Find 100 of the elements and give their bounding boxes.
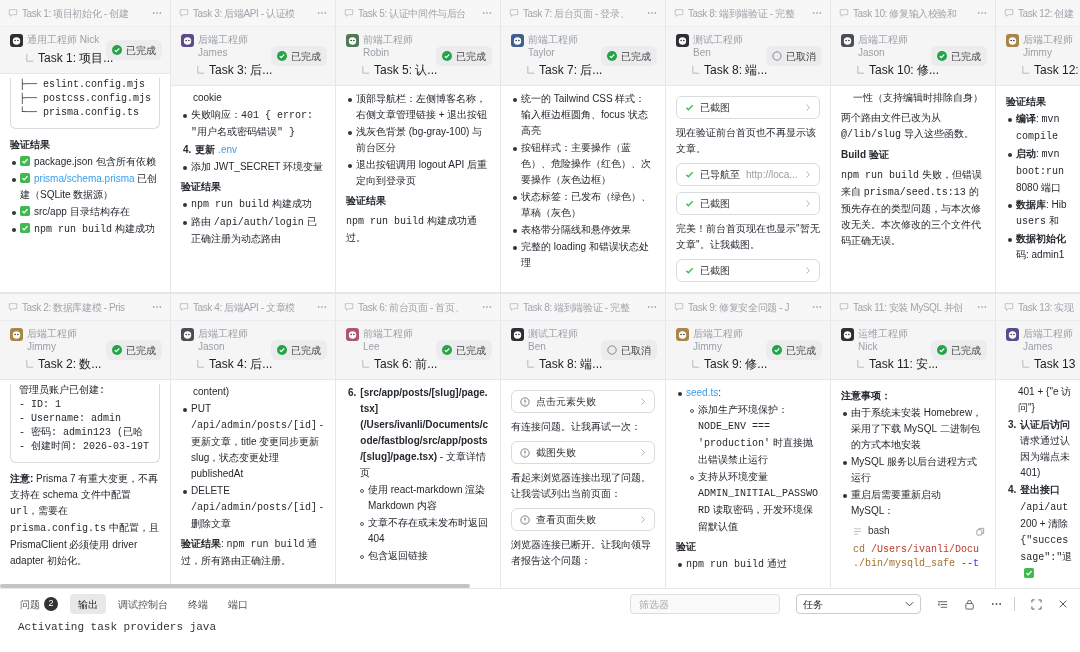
paragraph: npm run build 失败，但错误来自 prisma/seed.ts:13 的预先存在的类型问题，与本次修改无关。本次修改的三个文件代码正确无误。: [841, 168, 983, 248]
agent-name: 测试工程师 Ben: [528, 327, 579, 353]
list-item-text: 状态标签：已发布（绿色）、草稿（灰色）: [521, 190, 652, 220]
subtask-title: Task 3: 后...: [209, 62, 273, 79]
panel-tab[interactable]: 问题 2: [12, 594, 66, 614]
agent-name: 前端工程师 Taylor: [528, 33, 579, 59]
chat-icon: [1004, 302, 1014, 312]
agent-name: 后端工程师 Jimmy: [27, 327, 78, 353]
status-badge: 已完成: [106, 340, 162, 360]
connector-icon: [527, 65, 535, 75]
list-item-text: 数据库: Hib users 和: [1016, 198, 1068, 229]
status-badge: 已完成: [601, 46, 657, 66]
bullet-icon: [1008, 204, 1012, 208]
status-badge: 已完成: [271, 46, 327, 66]
subtask-title: Task 2: 数...: [38, 356, 102, 373]
tool-call-button[interactable]: 已截图: [676, 96, 820, 119]
close-icon[interactable]: [1058, 599, 1068, 609]
connector-icon: [692, 65, 700, 75]
paragraph: 有连接问题。让我再试一次：: [511, 420, 642, 434]
status-badge: 已完成: [766, 340, 822, 360]
section-heading: Build 验证: [841, 148, 890, 162]
bullet-icon: [348, 164, 352, 168]
check-circle-icon: [442, 345, 452, 355]
bullet-icon: [12, 161, 16, 165]
section-heading: 注意事项：: [841, 389, 892, 403]
list-item-text: content): [192, 385, 231, 399]
bullet-icon: [348, 131, 352, 135]
list-item-text: [src/app/posts/[slug]/page.tsx](/Users/ivanli/Documents/code/fastblog/src/app/posts/[slug]/page.tsx) - 文章详情页: [360, 386, 490, 480]
connector-icon: [857, 65, 865, 75]
code-line: ./bin/mysqld_safe --t: [853, 557, 981, 571]
tool-call-button[interactable]: 已截图: [676, 192, 820, 215]
bullet-icon: [513, 229, 517, 233]
list-number: 3.: [1008, 418, 1017, 432]
connector-icon: [527, 359, 535, 369]
channel-dropdown[interactable]: 任务: [796, 594, 921, 614]
card-title: Task 10: 修复输入校验和: [853, 6, 957, 21]
paragraph: 两个路由文件已改为从 @/lib/slug 导入这些函数。: [841, 111, 975, 142]
bullet-icon: [1008, 238, 1012, 242]
bullet-icon: [678, 392, 682, 396]
list-item-text: 401 + {"e 访问"}: [1017, 385, 1073, 415]
chat-icon: [179, 8, 189, 18]
connector-icon: [692, 359, 700, 369]
chat-icon: [674, 302, 684, 312]
bullet-icon: [1008, 153, 1012, 157]
tool-call-button[interactable]: 截图失败: [511, 441, 655, 464]
connector-icon: [362, 359, 370, 369]
agent-name: 后端工程师 Jimmy: [693, 327, 744, 353]
copy-icon[interactable]: [976, 526, 985, 536]
scrollbar[interactable]: [0, 584, 470, 588]
tool-call-button[interactable]: 已截图: [676, 259, 820, 282]
lock-icon[interactable]: [964, 598, 975, 610]
panel-tab[interactable]: 端口: [220, 594, 256, 614]
panel-tab[interactable]: 输出: [70, 594, 106, 614]
list-item-text: 按钮样式：主要操作（蓝色）、危险操作（红色）、次要操作（灰色边框）: [521, 141, 652, 187]
card-title: Task 2: 数据库建模 - Pris: [22, 300, 125, 315]
status-badge: 已完成: [106, 40, 162, 60]
list-item-text: npm run build 构建成功: [20, 221, 155, 238]
bullet-icon: [12, 228, 16, 232]
list-item-text: seed.ts:: [686, 386, 722, 400]
connector-icon: [1022, 359, 1030, 369]
tool-call-button[interactable]: 查看页面失败: [511, 508, 655, 531]
more-icon[interactable]: [991, 602, 1002, 606]
list-item-text: 完整的 loading 和错误状态处理: [521, 240, 650, 270]
output-line: Activating task providers java: [17, 620, 218, 635]
agent-name: 前端工程师 Lee: [363, 327, 414, 353]
bullet-icon: [12, 178, 16, 182]
card-title: Task 13: 实现: [1018, 300, 1074, 315]
bullet-icon: [183, 114, 187, 118]
list-item-text: 顶部导航栏：左侧博客名称，右侧文章管理链接 + 退出按钮: [356, 92, 489, 122]
tool-call-button[interactable]: 已导航至 http://loca...: [676, 163, 820, 186]
bullet-icon: [513, 98, 517, 102]
connector-icon: [857, 359, 865, 369]
list-item-text: 包含返回链接: [368, 549, 428, 563]
lines-icon: [853, 526, 862, 536]
status-badge: 已取消: [601, 340, 657, 360]
list-number: 4.: [1008, 483, 1017, 497]
paragraph: 看起来浏览器连接出现了问题。让我尝试列出当前页面：: [511, 471, 652, 501]
panel-tab[interactable]: 终端: [180, 594, 216, 614]
list-item-text: package.json 包含所有依赖: [20, 154, 156, 170]
card-title: Task 6: 前台页面 - 首页、: [358, 300, 465, 315]
card-title: Task 4: 后端API - 文章模: [193, 300, 295, 315]
clear-list-icon[interactable]: [937, 598, 948, 610]
connector-icon: [197, 65, 205, 75]
agent-name: 后端工程师 James: [198, 33, 249, 59]
panel-tab[interactable]: 调试控制台: [110, 594, 176, 614]
bullet-icon: [843, 412, 847, 416]
card-title: Task 12: 创建: [1018, 6, 1074, 21]
agent-name: 后端工程师 Jimmy: [1023, 33, 1074, 59]
list-item-text: 失败响应：401 { error: "用户名或密码错误" }: [191, 108, 314, 140]
chat-icon: [839, 8, 849, 18]
tool-call-button[interactable]: 点击元素失败: [511, 390, 655, 413]
list-item-text: 更新 .env: [195, 143, 238, 157]
connector-icon: [362, 65, 370, 75]
maximize-icon[interactable]: [1031, 598, 1042, 610]
filter-field[interactable]: 筛选器: [630, 594, 780, 614]
list-item-text: 重启后需要重新启动 MySQL：: [851, 488, 942, 518]
chat-icon: [8, 302, 18, 312]
chevron-right-icon: [805, 266, 811, 275]
check-circle-icon: [277, 345, 287, 355]
bullet-icon: [513, 196, 517, 200]
